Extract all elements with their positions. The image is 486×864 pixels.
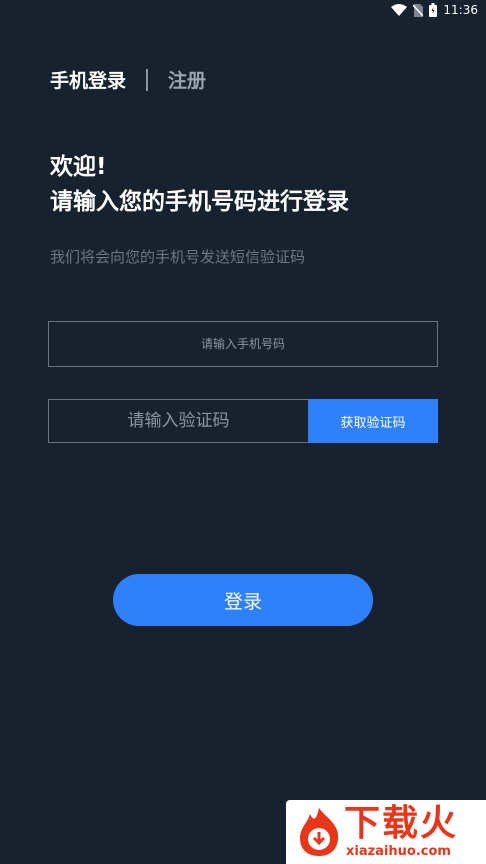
welcome-heading: 欢迎! 请输入您的手机号码进行登录 (50, 150, 349, 220)
battery-icon (429, 3, 438, 17)
status-bar: 11:36 (0, 0, 486, 20)
tab-divider (146, 68, 149, 91)
no-sim-icon (413, 3, 424, 17)
login-tabs: 手机登录 注册 (50, 66, 206, 93)
login-button[interactable]: 登录 (113, 574, 373, 626)
watermark-brand: 下载火 (344, 803, 459, 844)
tab-register[interactable]: 注册 (168, 66, 206, 93)
welcome-line-1: 欢迎! (50, 154, 107, 180)
verification-code-row: 获取验证码 (48, 399, 438, 443)
watermark-url: xiazaihuo.com (346, 844, 451, 859)
watermark: 下载火 xiazaihuo.com (286, 800, 486, 864)
flame-download-logo-icon (296, 806, 342, 858)
tab-phone-login[interactable]: 手机登录 (50, 66, 126, 93)
welcome-line-2: 请输入您的手机号码进行登录 (50, 189, 349, 215)
status-time: 11:36 (443, 3, 478, 17)
get-code-button[interactable]: 获取验证码 (308, 399, 438, 443)
sms-notice: 我们将会向您的手机号发送短信验证码 (50, 248, 306, 266)
verification-code-input[interactable] (48, 399, 308, 443)
wifi-icon (391, 4, 408, 16)
phone-number-input[interactable] (48, 321, 438, 367)
